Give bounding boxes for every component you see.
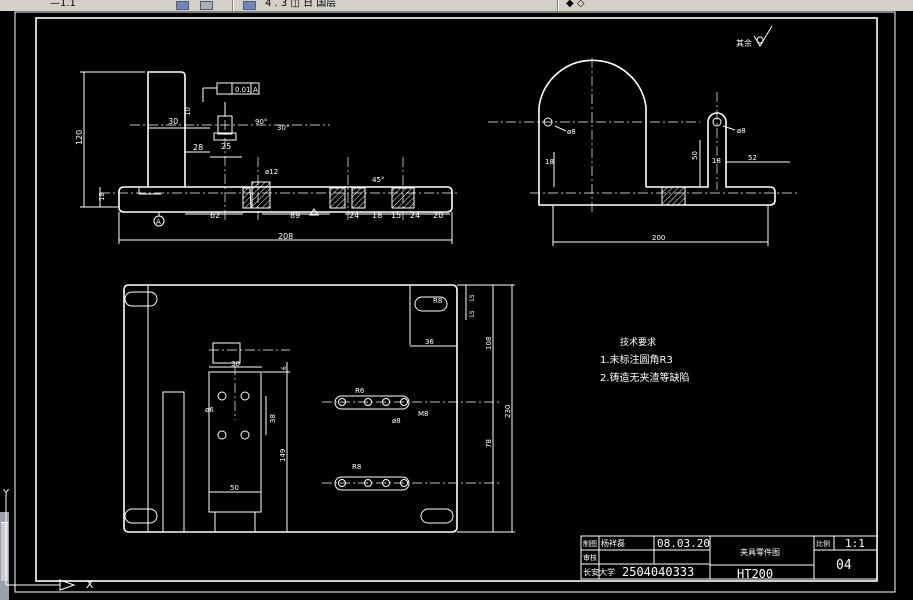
dim-36: 36	[425, 338, 434, 346]
surface-finish-label: 其余	[736, 38, 752, 48]
dim-200: 200	[652, 234, 665, 242]
tb-check-label: 审核	[583, 553, 597, 562]
surface-finish-symbol: 其余	[736, 25, 773, 48]
dim-18-side: 18	[545, 158, 554, 166]
dim-phi6: ø6	[205, 406, 214, 414]
tb-material: HT200	[737, 567, 773, 581]
tech-requirements: 技术要求 1.未标注圆角R3 2.铸造无夹渣等缺陷	[600, 336, 690, 384]
tech-req-title: 技术要求	[620, 336, 656, 348]
tb-scale-label: 比例	[816, 539, 830, 548]
dim-15-top: 15	[469, 294, 476, 302]
dim-24a: 24	[349, 211, 359, 220]
title-block: 制图 杨祥磊 08.03.20 审核 夹具零件图 长安大学 2504040333…	[580, 535, 878, 581]
dim-50-top: 50	[230, 484, 239, 492]
dim-15b-top: 15	[469, 310, 476, 318]
tolerance-value: 0.01	[235, 86, 251, 94]
ucs-y-label: Y	[2, 488, 10, 499]
tb-date: 08.03.20	[657, 537, 710, 550]
dim-52-side: 52	[748, 154, 757, 162]
dim-phi8-right: ø8	[737, 127, 746, 135]
dim-208: 208	[278, 232, 293, 241]
dim-20: 20	[433, 211, 443, 220]
top-view: R8 15 15 36 108 78 230 30 6 ø6 38 149 50…	[123, 284, 515, 533]
side-view: ø8 ø8 18 50 18 52 200	[488, 58, 800, 246]
dim-r8b: R8	[352, 463, 361, 471]
dim-m8: M8	[418, 410, 429, 418]
dim-38: 38	[269, 414, 277, 423]
ucs-x-label: X	[86, 578, 94, 591]
datum-a-label: A	[156, 218, 161, 226]
dim-18b-side: 18	[712, 157, 721, 165]
tb-drawn-name: 杨祥磊	[601, 538, 625, 548]
front-view: 0.01 A A 120 18 30 28 25 10 90° 30° 45° …	[75, 71, 460, 244]
tb-student-id: 2504040333	[622, 565, 694, 579]
dim-18-front: 18	[98, 192, 106, 201]
dim-24b: 24	[410, 211, 420, 220]
tb-part-name: 夹具零件图	[740, 547, 780, 557]
tb-drawn-label: 制图	[583, 539, 597, 548]
dim-50-side: 50	[691, 151, 699, 160]
dim-78: 78	[485, 439, 493, 448]
ucs-icon: Y X	[2, 488, 94, 591]
drawing-canvas[interactable]: 其余 0.01 A A 120 18 30 28 25 10 90° 30° 4…	[0, 0, 913, 600]
dim-phi12: ø12	[265, 168, 278, 176]
dim-108: 108	[485, 337, 493, 350]
dim-30-top: 30	[231, 360, 240, 368]
dim-phi8-top: ø8	[392, 417, 401, 425]
dim-15: 15	[391, 211, 401, 220]
dim-230: 230	[504, 405, 512, 418]
dim-120: 120	[75, 130, 84, 145]
angle-30: 30°	[277, 124, 289, 132]
dim-89: 89	[290, 211, 300, 220]
tb-scale: 1:1	[845, 537, 865, 550]
tolerance-datum: A	[253, 86, 258, 94]
dim-r8-top: R8	[433, 297, 442, 305]
dim-62: 62	[210, 211, 220, 220]
dim-phi8-left: ø8	[567, 128, 576, 136]
dim-25: 25	[221, 142, 231, 151]
dim-10: 10	[184, 107, 192, 116]
tb-drawing-no: 04	[836, 558, 852, 573]
dim-28: 28	[193, 143, 203, 152]
tech-req-line1: 1.未标注圆角R3	[600, 353, 673, 366]
dim-18b: 18	[372, 211, 382, 220]
drawing-border	[14, 11, 896, 593]
dim-30-front: 30	[168, 117, 178, 126]
angle-90: 90°	[255, 118, 267, 126]
tech-req-line2: 2.铸造无夹渣等缺陷	[600, 371, 690, 384]
angle-45: 45°	[372, 176, 384, 184]
tb-school: 长安大学	[583, 567, 615, 577]
dim-r6: R6	[355, 387, 365, 395]
dim-149: 149	[279, 449, 287, 462]
